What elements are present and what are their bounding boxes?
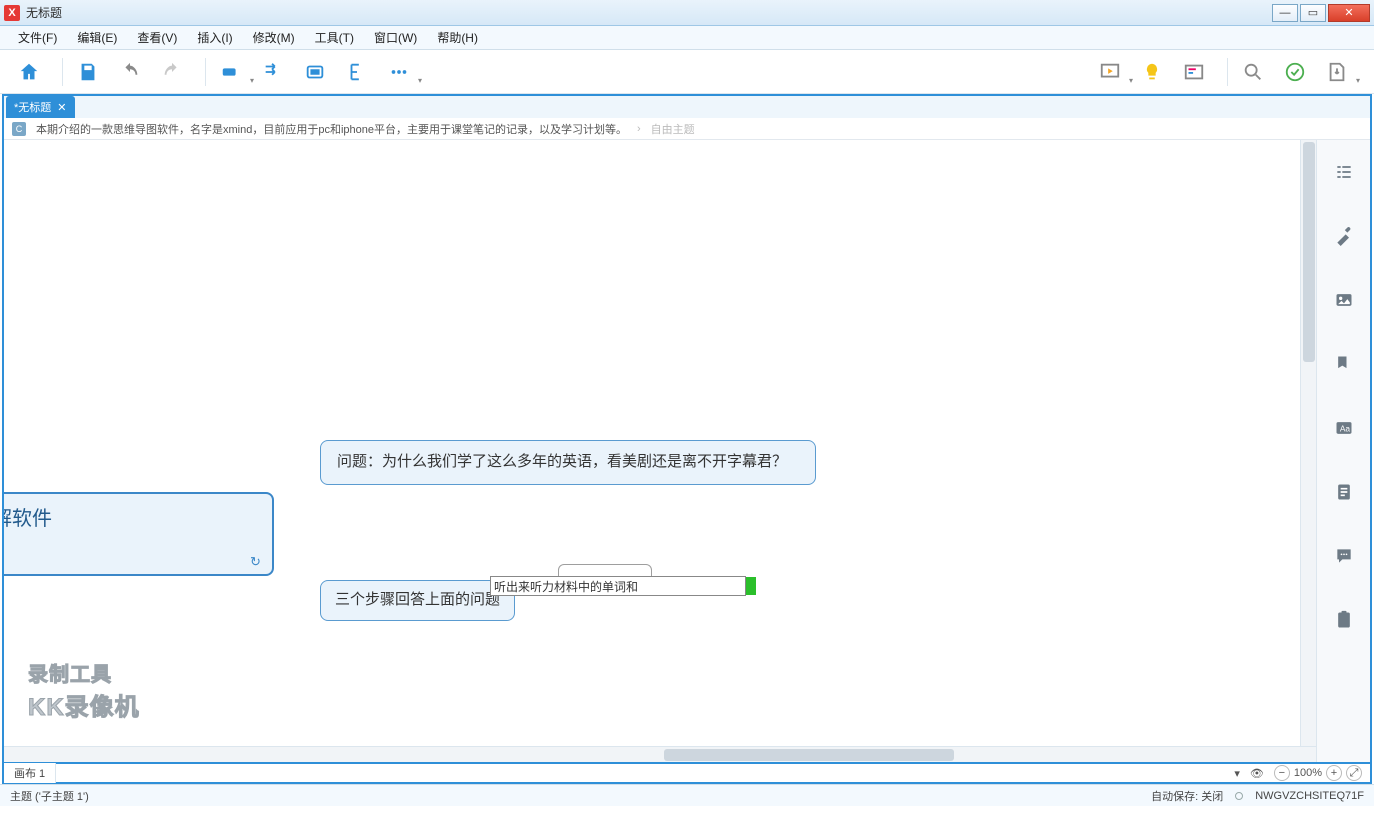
menu-modify[interactable]: 修改(M) xyxy=(243,29,305,46)
format-icon[interactable] xyxy=(1330,222,1358,250)
separator xyxy=(205,58,206,86)
watermark-line1: 录制工具 xyxy=(28,658,140,687)
boundary-button[interactable] xyxy=(298,55,332,89)
relationship-button[interactable] xyxy=(256,55,290,89)
tab-close-icon[interactable]: ✕ xyxy=(57,101,66,114)
search-button[interactable] xyxy=(1236,55,1270,89)
image-icon[interactable] xyxy=(1330,286,1358,314)
task-icon[interactable] xyxy=(1330,606,1358,634)
redo-button[interactable] xyxy=(155,55,189,89)
zoom-in-button[interactable]: + xyxy=(1326,765,1342,781)
summary-button[interactable] xyxy=(340,55,374,89)
vertical-scrollbar[interactable] xyxy=(1300,140,1316,746)
separator xyxy=(62,58,63,86)
watermark-line2: KK录像机 xyxy=(28,687,140,722)
title-bar: X 无标题 — ▭ ✕ xyxy=(0,0,1374,26)
subtopic-1[interactable]: 问题：为什么我们学了这么多年的英语，看美剧还是离不开字幕君？ xyxy=(320,440,816,485)
menu-insert[interactable]: 插入(I) xyxy=(187,29,242,46)
zoom-out-button[interactable]: − xyxy=(1274,765,1290,781)
hscroll-thumb[interactable] xyxy=(664,749,954,761)
close-button[interactable]: ✕ xyxy=(1328,4,1370,22)
menu-bar: 文件(F) 编辑(E) 查看(V) 插入(I) 修改(M) 工具(T) 窗口(W… xyxy=(0,26,1374,50)
watermark: 录制工具 KK录像机 xyxy=(28,658,140,722)
separator xyxy=(1227,58,1228,86)
outline-icon[interactable] xyxy=(1330,158,1358,186)
menu-window[interactable]: 窗口(W) xyxy=(364,29,427,46)
share-button[interactable] xyxy=(1278,55,1312,89)
toolbar: ▾ ▾ ▾ ▾ xyxy=(0,50,1374,94)
subtopic-2-text: 三个步骤回答上面的问题 xyxy=(335,591,500,608)
canvas[interactable]: 的例，详细讲解软件 程 ↻ 问题：为什么我们学了这么多年的英语，看美剧还是离不开… xyxy=(4,140,1316,762)
root-topic-text: 的例，详细讲解软件 程 xyxy=(4,508,52,560)
expand-icon[interactable]: ↻ xyxy=(250,552,264,566)
sheet-tab[interactable]: 画布 1 xyxy=(4,763,56,783)
eye-icon[interactable]: 👁 xyxy=(1250,767,1264,780)
vscroll-thumb[interactable] xyxy=(1303,142,1315,362)
window-title: 无标题 xyxy=(26,4,1272,21)
notes-icon[interactable] xyxy=(1330,478,1358,506)
home-button[interactable] xyxy=(12,55,46,89)
breadcrumb-separator-icon: › xyxy=(637,123,641,135)
side-panel: Aa xyxy=(1316,140,1370,762)
zoom-value: 100% xyxy=(1294,767,1322,779)
subtopic-1-text: 问题：为什么我们学了这么多年的英语，看美剧还是离不开字幕君？ xyxy=(337,453,787,470)
comments-icon[interactable] xyxy=(1330,542,1358,570)
document-tab[interactable]: *无标题 ✕ xyxy=(6,96,75,118)
undo-button[interactable] xyxy=(113,55,147,89)
svg-text:Aa: Aa xyxy=(1339,423,1350,433)
present-button[interactable]: ▾ xyxy=(1093,55,1127,89)
status-code: NWGVZCHSITEQ71F xyxy=(1255,790,1364,802)
status-bar: 主题 ('子主题 1') 自动保存: 关闭 NWGVZCHSITEQ71F xyxy=(0,784,1374,806)
status-dot-icon xyxy=(1235,792,1243,800)
maximize-button[interactable]: ▭ xyxy=(1300,4,1326,22)
export-button[interactable]: ▾ xyxy=(1320,55,1354,89)
menu-view[interactable]: 查看(V) xyxy=(127,29,187,46)
idea-button[interactable] xyxy=(1135,55,1169,89)
breadcrumb-root-icon: C xyxy=(12,122,26,136)
menu-file[interactable]: 文件(F) xyxy=(8,29,67,46)
status-selection: 主题 ('子主题 1') xyxy=(10,788,89,804)
tab-label: *无标题 xyxy=(14,99,51,115)
text-cursor-icon xyxy=(746,577,756,595)
zoom-control: − 100% + ⤢ xyxy=(1274,765,1362,781)
marker-icon[interactable] xyxy=(1330,350,1358,378)
horizontal-scrollbar[interactable] xyxy=(4,746,1316,762)
topic-button[interactable]: ▾ xyxy=(214,55,248,89)
menu-edit[interactable]: 编辑(E) xyxy=(67,29,127,46)
menu-help[interactable]: 帮助(H) xyxy=(427,29,488,46)
more-button[interactable]: ▾ xyxy=(382,55,416,89)
filter-icon[interactable]: ▾ xyxy=(1234,767,1240,780)
subtopic-2[interactable]: 三个步骤回答上面的问题 xyxy=(320,580,515,621)
menu-tools[interactable]: 工具(T) xyxy=(305,29,364,46)
status-autosave: 自动保存: 关闭 xyxy=(1151,788,1223,804)
gantt-button[interactable] xyxy=(1177,55,1211,89)
tab-strip: *无标题 ✕ xyxy=(2,94,1372,118)
breadcrumb-root[interactable]: 本期介绍的一款思维导图软件，名字是xmind，目前应用于pc和iphone平台，… xyxy=(36,121,627,137)
sheet-bar: 画布 1 ▾ 👁 − 100% + ⤢ xyxy=(2,764,1372,784)
root-topic[interactable]: 的例，详细讲解软件 程 ↻ xyxy=(4,492,274,576)
topic-text-input[interactable] xyxy=(490,576,746,596)
save-button[interactable] xyxy=(71,55,105,89)
minimize-button[interactable]: — xyxy=(1272,4,1298,22)
zoom-fit-button[interactable]: ⤢ xyxy=(1346,765,1362,781)
app-icon: X xyxy=(4,5,20,21)
breadcrumb-leaf[interactable]: 自由主题 xyxy=(651,121,695,137)
font-icon[interactable]: Aa xyxy=(1330,414,1358,442)
breadcrumb: C 本期介绍的一款思维导图软件，名字是xmind，目前应用于pc和iphone平… xyxy=(4,118,1370,140)
